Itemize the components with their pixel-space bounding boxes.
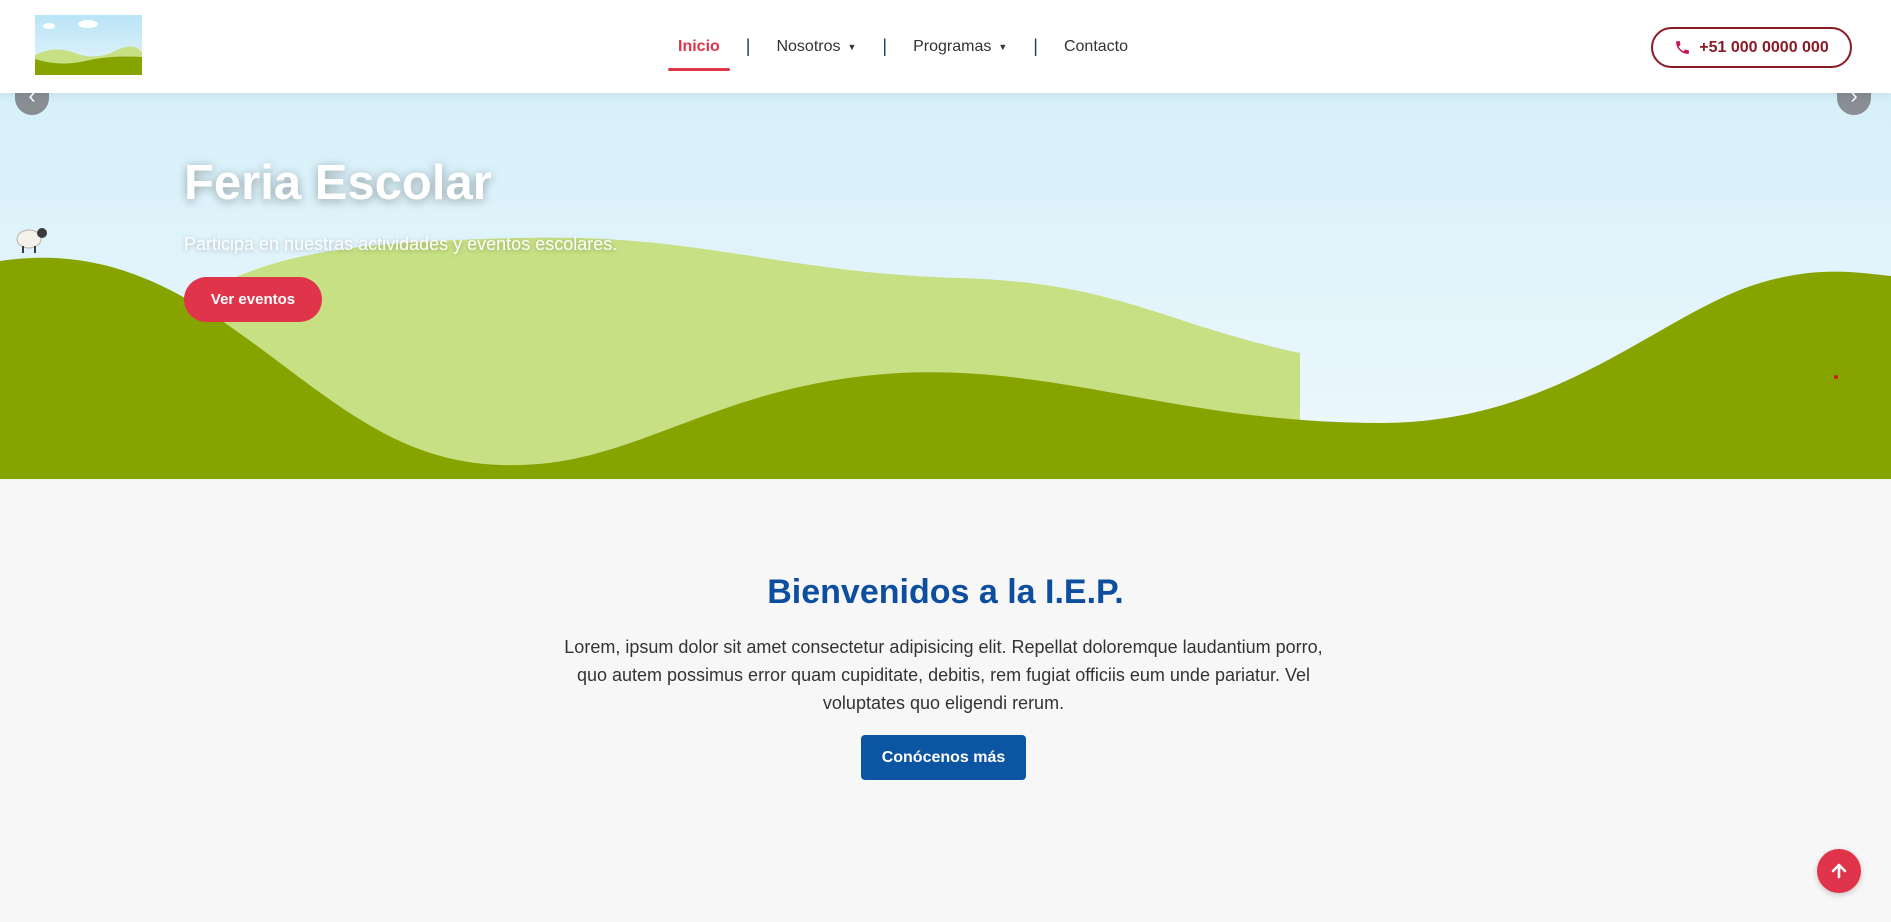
logo-landscape-image (35, 15, 142, 75)
decorative-dot (1834, 375, 1838, 379)
chevron-left-icon: ‹ (28, 93, 36, 108)
nav-label: Inicio (678, 37, 720, 55)
learn-more-button[interactable]: Conócenos más (861, 735, 1026, 780)
site-header: Inicio | Nosotros ▼ | Programas ▼ | Cont… (0, 0, 1891, 93)
phone-number: +51 000 0000 000 (1699, 38, 1829, 56)
site-logo[interactable] (35, 15, 142, 75)
arrow-up-icon (1831, 863, 1847, 879)
scroll-to-top-button[interactable] (1817, 849, 1861, 893)
nav-label: Programas (913, 37, 992, 55)
nav-item-programas[interactable]: Programas ▼ (903, 0, 1017, 93)
nav-label: Contacto (1063, 37, 1129, 55)
main-nav: Inicio | Nosotros ▼ | Programas ▼ | Cont… (668, 0, 1138, 93)
welcome-title: Bienvenidos a la I.E.P. (767, 573, 1124, 611)
nav-separator: | (1033, 36, 1038, 56)
nav-separator: | (882, 36, 888, 56)
view-events-button[interactable]: Ver eventos (184, 277, 322, 322)
hero-subtitle: Participa en nuestras actividades y even… (184, 234, 618, 254)
nav-separator: | (745, 36, 751, 56)
welcome-text: Lorem, ipsum dolor sit amet consectetur … (564, 637, 1323, 713)
nav-item-nosotros[interactable]: Nosotros ▼ (766, 0, 866, 93)
chevron-right-icon: › (1850, 93, 1858, 108)
sheep-icon (16, 228, 47, 253)
nav-item-inicio[interactable]: Inicio (668, 0, 730, 93)
phone-icon (1676, 41, 1690, 54)
hero-title: Feria Escolar (184, 156, 492, 210)
hero-slider: ‹ › Feria Escolar Participa en nuestras … (0, 93, 1891, 479)
phone-button[interactable]: +51 000 0000 000 (1651, 27, 1852, 68)
nav-item-contacto[interactable]: Contacto (1054, 0, 1138, 93)
caret-down-icon: ▼ (998, 41, 1008, 52)
caret-down-icon: ▼ (847, 41, 857, 52)
nav-label: Nosotros (776, 37, 841, 55)
